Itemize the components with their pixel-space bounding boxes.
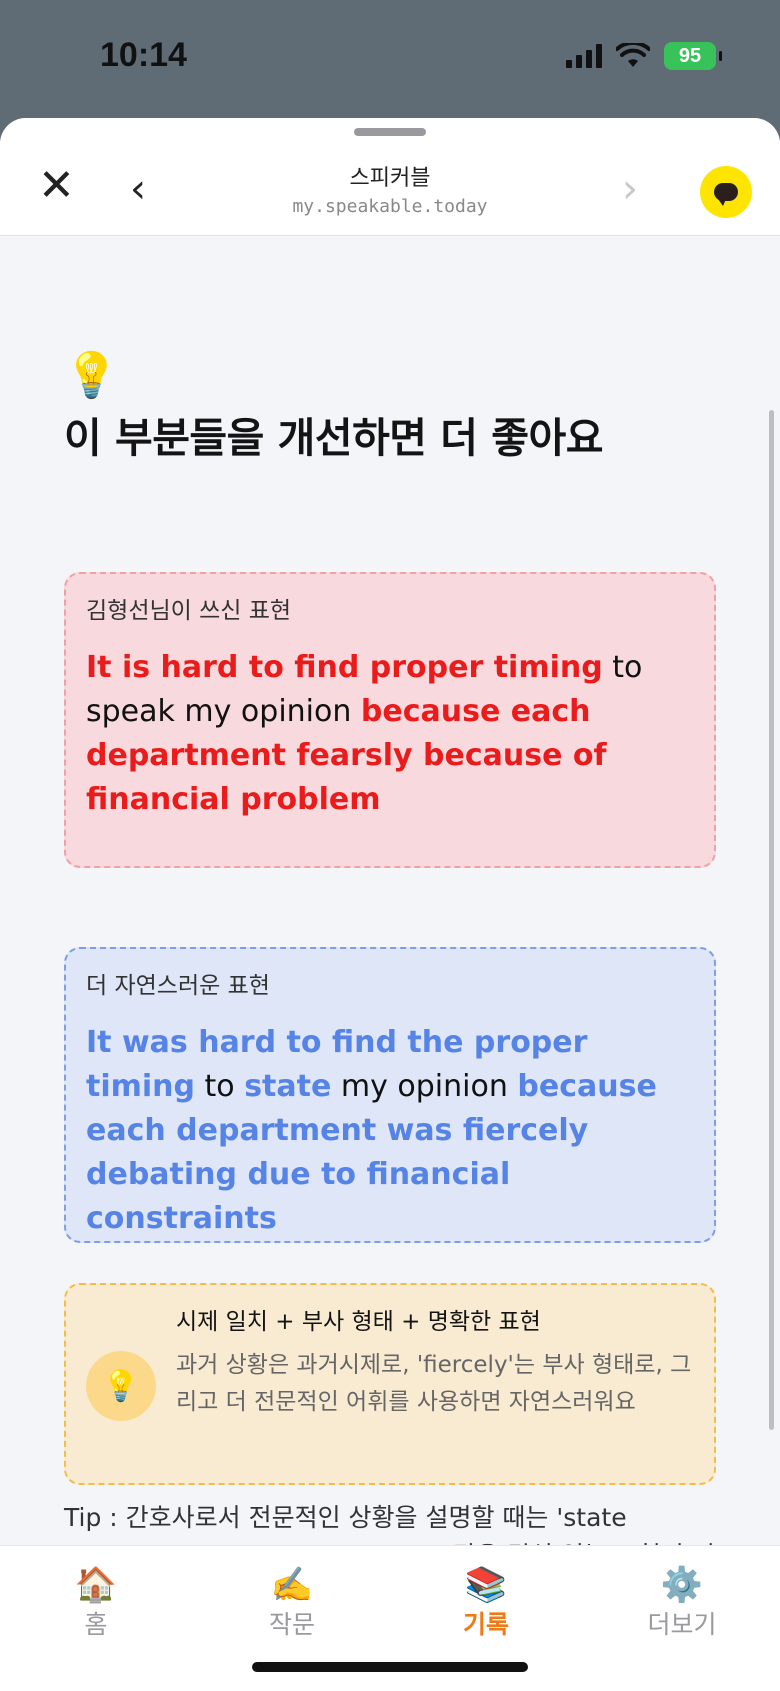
feedback-content: 💡 이 부분들을 개선하면 더 좋아요 김형선님이 쓰신 표현 It is ha… (64, 348, 716, 1608)
tab-label: 홈 (84, 1610, 108, 1639)
house-icon: 🏠 (74, 1565, 118, 1605)
tip-body: 과거 상황은 과거시제로, 'fiercely'는 부사 형태로, 그리고 더 … (176, 1352, 692, 1415)
tab-home[interactable]: 🏠 홈 (36, 1564, 156, 1642)
status-bar: 10:14 95 (0, 0, 780, 118)
expression-segment: state (244, 1069, 332, 1104)
tab-more[interactable]: ⚙️ 더보기 (622, 1564, 742, 1642)
tip-lightbulb-icon: 💡 (86, 1351, 156, 1421)
tab-writing[interactable]: ✍️ 작문 (232, 1564, 352, 1642)
expression-segment: my opinion (331, 1069, 518, 1104)
status-icons: 95 (566, 42, 722, 70)
scrollbar[interactable] (769, 410, 774, 1430)
site-url: my.speakable.today (292, 196, 488, 217)
original-expression-label: 김형선님이 쓰신 표현 (86, 598, 292, 624)
wifi-icon (616, 43, 650, 67)
forward-icon[interactable]: › (622, 166, 638, 212)
kakao-chat-button[interactable] (700, 166, 752, 218)
lightbulb-icon: 💡 (64, 350, 119, 401)
original-expression-text: It is hard to find proper timing to spea… (86, 646, 694, 822)
signal-icon (566, 44, 602, 68)
gear-icon: ⚙️ (660, 1565, 704, 1605)
writing-hand-icon: ✍️ (270, 1565, 314, 1605)
battery-icon: 95 (664, 42, 722, 70)
sheet-grabber[interactable] (354, 128, 426, 136)
natural-expression-label: 더 자연스러운 표현 (86, 973, 270, 999)
page-title: 이 부분들을 개선하면 더 좋아요 (64, 414, 603, 462)
expression-segment: to (195, 1069, 245, 1104)
browser-sheet: ✕ ‹ 스피커블 my.speakable.today › 💡 이 부분들을 개… (0, 118, 780, 1691)
grammar-tip-card: 💡 시제 일치 + 부사 형태 + 명확한 표현 과거 상황은 과거시제로, '… (64, 1283, 716, 1485)
books-icon: 📚 (464, 1565, 508, 1605)
home-indicator (252, 1662, 528, 1672)
expression-segment: It is hard to find proper timing (86, 650, 603, 685)
tab-label: 더보기 (647, 1610, 717, 1639)
natural-expression-card: 더 자연스러운 표현 It was hard to find the prope… (64, 947, 716, 1243)
status-time: 10:14 (100, 36, 187, 74)
chat-bubble-icon (714, 183, 738, 206)
site-title: 스피커블 (349, 166, 431, 191)
browser-toolbar: ✕ ‹ 스피커블 my.speakable.today › (0, 118, 780, 236)
tab-label: 작문 (268, 1610, 315, 1639)
tab-label: 기록 (462, 1610, 509, 1639)
tab-records[interactable]: 📚 기록 (426, 1564, 546, 1642)
natural-expression-text: It was hard to find the proper timing to… (86, 1021, 694, 1241)
original-expression-card: 김형선님이 쓰신 표현 It is hard to find proper ti… (64, 572, 716, 868)
tip-title: 시제 일치 + 부사 형태 + 명확한 표현 (176, 1309, 541, 1335)
